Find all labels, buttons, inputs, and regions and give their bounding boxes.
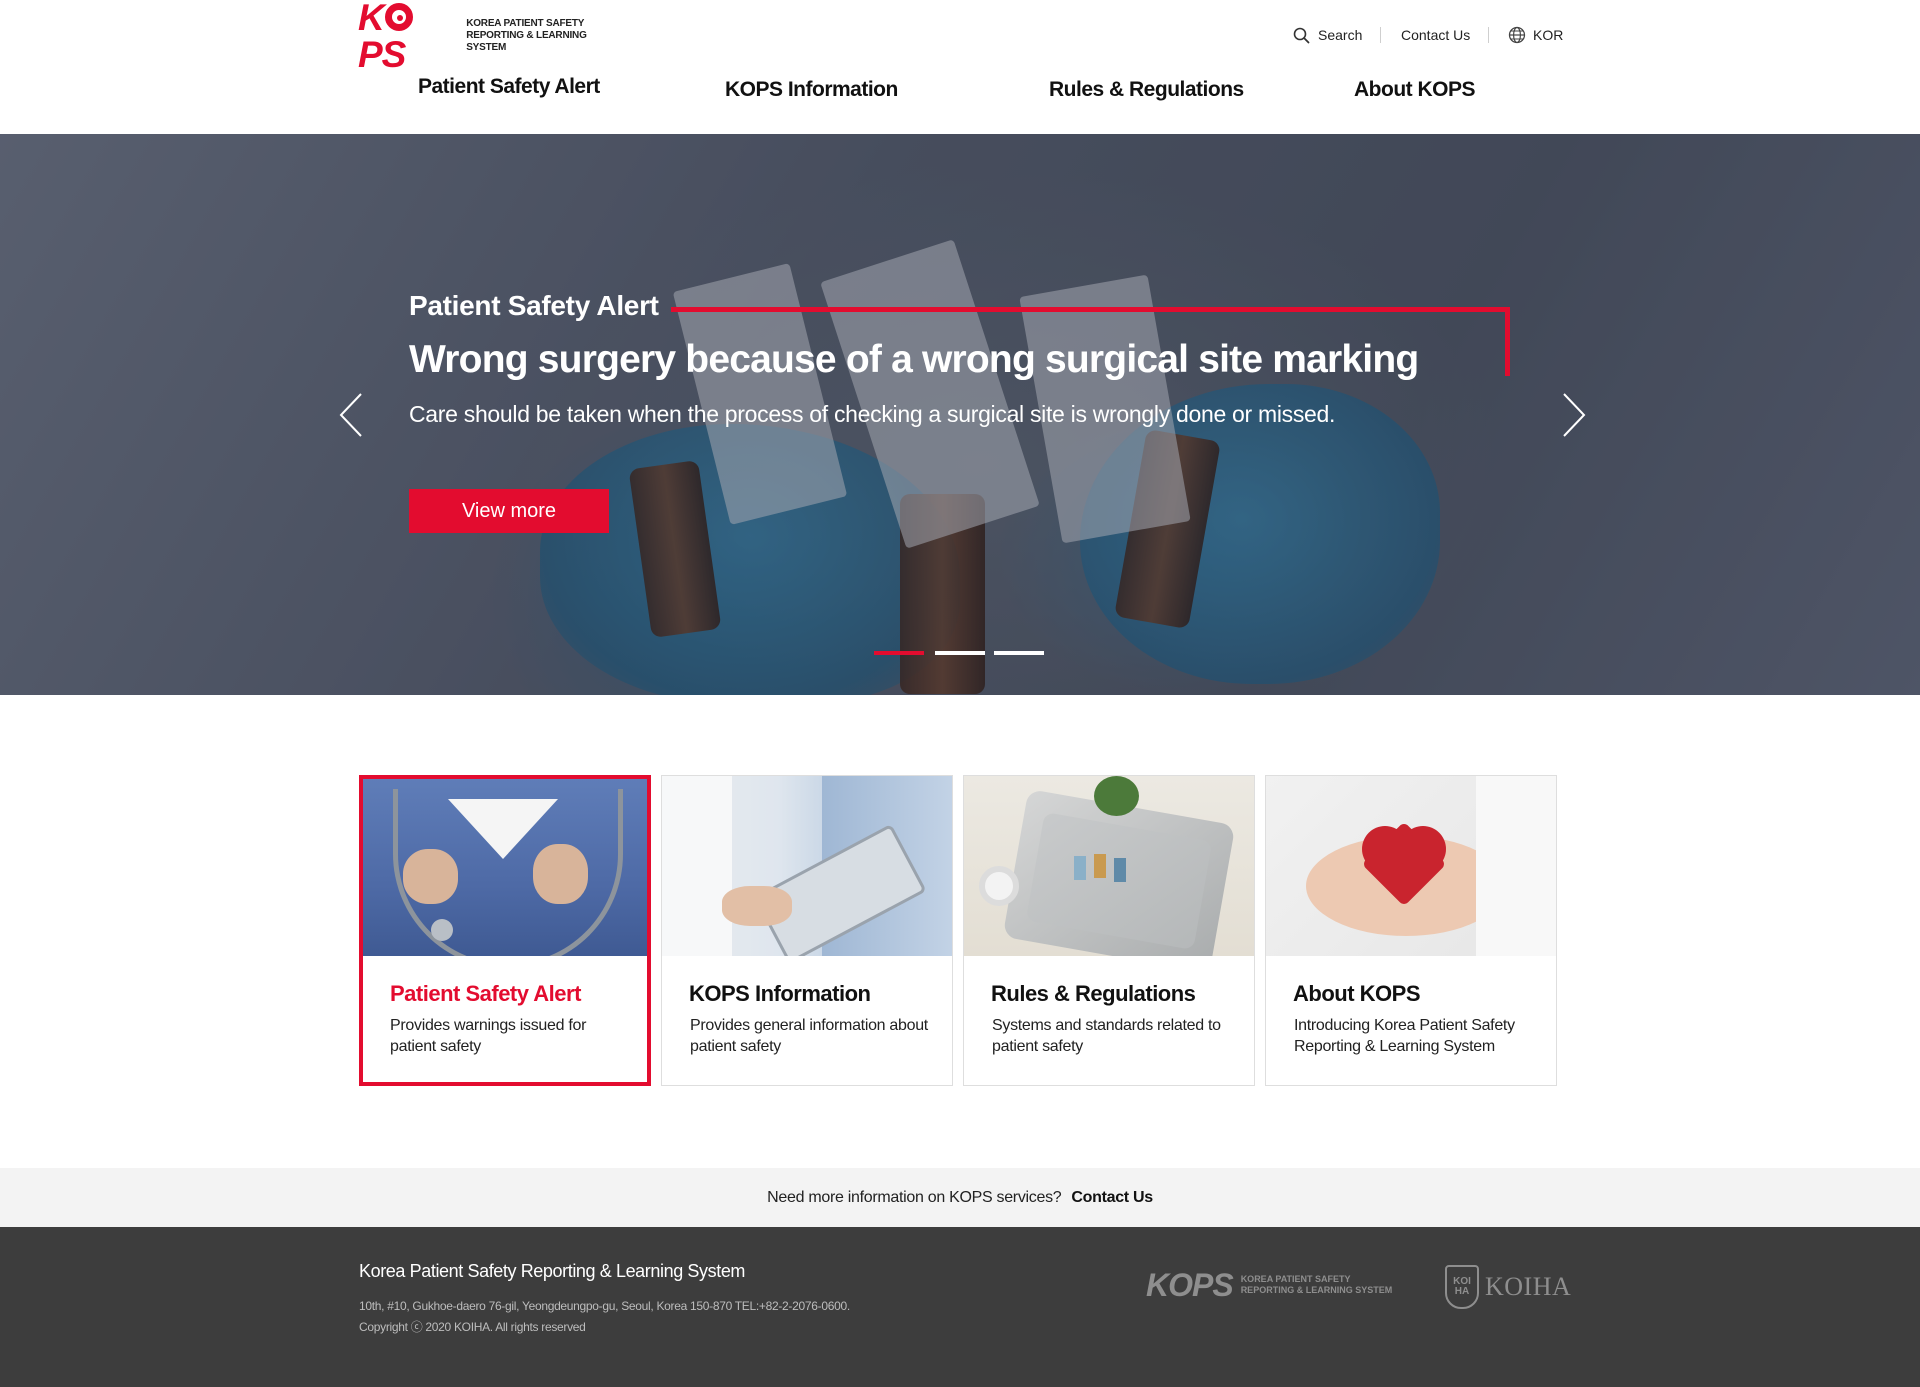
contact-us-footer-link[interactable]: Contact Us [1071, 1189, 1153, 1207]
globe-icon [1508, 26, 1526, 44]
search-icon [1293, 27, 1310, 43]
slide-indicator-2[interactable] [935, 651, 985, 655]
language-selector[interactable]: KOR [1508, 24, 1563, 46]
language-label: KOR [1533, 27, 1564, 43]
util-divider [1488, 27, 1489, 43]
koiha-wordmark: KOIHA [1485, 1272, 1572, 1301]
card-patient-safety-alert[interactable]: Patient Safety Alert Provides warnings i… [359, 775, 651, 1086]
logo-wordmark: KPS [358, 0, 457, 73]
nav-about-kops[interactable]: About KOPS [1354, 78, 1476, 102]
card-title: KOPS Information [689, 981, 871, 1006]
koiha-logo: KOI HA KOIHA [1445, 1265, 1571, 1309]
kops-logo[interactable]: KPS KOREA PATIENT SAFETY REPORTING & LEA… [358, 0, 623, 73]
card-title: About KOPS [1293, 981, 1421, 1006]
search-link[interactable]: Search [1293, 24, 1362, 46]
chevron-left-icon [339, 393, 362, 437]
card-description: Systems and standards related to patient… [992, 1017, 1221, 1055]
logo-tagline-line2: REPORTING & LEARNING SYSTEM [466, 30, 587, 53]
card-about-kops[interactable]: About KOPS Introducing Korea Patient Saf… [1265, 775, 1557, 1086]
footer-logo-wordmark: KOPS [1146, 1267, 1234, 1303]
hero-accent-line [671, 307, 1510, 312]
slide-indicator-1[interactable] [874, 651, 924, 655]
card-image-consultation [662, 776, 952, 956]
card-image-heart-hands [1266, 776, 1556, 956]
contact-us-label: Contact Us [1401, 27, 1471, 43]
card-title: Rules & Regulations [991, 981, 1196, 1006]
footer-copyright: Copyright ⓒ 2020 KOIHA. All rights reser… [359, 1320, 586, 1334]
contact-strip: Need more information on KOPS services? … [0, 1168, 1920, 1227]
koiha-badge-text: KOI HA [1453, 1276, 1471, 1297]
hero-eyebrow: Patient Safety Alert [409, 290, 659, 321]
card-description: Provides general information about patie… [690, 1017, 928, 1055]
hero-accent-line [1505, 307, 1510, 376]
nav-rules-regulations[interactable]: Rules & Regulations [1049, 78, 1244, 102]
hero-description: Care should be taken when the process of… [409, 401, 1336, 427]
site-header: KPS KOREA PATIENT SAFETY REPORTING & LEA… [0, 0, 1920, 134]
util-divider [1380, 27, 1381, 43]
hero-title: Wrong surgery because of a wrong surgica… [409, 338, 1419, 381]
koiha-shield-icon: KOI HA [1445, 1265, 1479, 1309]
footer-title: Korea Patient Safety Reporting & Learnin… [359, 1261, 746, 1281]
next-slide-button[interactable] [1552, 390, 1592, 440]
card-image-nurse [363, 779, 647, 956]
slide-indicator-3[interactable] [994, 651, 1044, 655]
footer-logo-tagline-line1: KOREA PATIENT SAFETY [1240, 1274, 1351, 1284]
contact-strip-text: Need more information on KOPS services? [767, 1188, 1062, 1206]
footer-logo-tagline-line2: REPORTING & LEARNING SYSTEM [1240, 1285, 1393, 1295]
search-label: Search [1318, 27, 1363, 43]
logo-tagline-line1: KOREA PATIENT SAFETY [466, 18, 585, 29]
footer-kops-logo: KOPS KOREA PATIENT SAFETY REPORTING & LE… [1146, 1269, 1392, 1301]
card-description: Introducing Korea Patient Safety Reporti… [1294, 1017, 1515, 1055]
footer-address: 10th, #10, Gukhoe-daero 76-gil, Yeongdeu… [359, 1299, 850, 1313]
logo-tagline: KOREA PATIENT SAFETY REPORTING & LEARNIN… [466, 18, 623, 54]
site-footer: Korea Patient Safety Reporting & Learnin… [0, 1227, 1920, 1387]
nav-kops-information[interactable]: KOPS Information [725, 78, 898, 102]
card-kops-information[interactable]: KOPS Information Provides general inform… [661, 775, 953, 1086]
nav-patient-safety-alert[interactable]: Patient Safety Alert [418, 75, 600, 99]
card-description: Provides warnings issued for patient saf… [390, 1017, 587, 1055]
footer-logo-tagline: KOREA PATIENT SAFETY REPORTING & LEARNIN… [1241, 1274, 1393, 1296]
card-title: Patient Safety Alert [390, 981, 581, 1006]
prev-slide-button[interactable] [333, 390, 373, 440]
contact-us-link[interactable]: Contact Us [1401, 24, 1470, 46]
view-more-button[interactable]: View more [409, 489, 609, 533]
chevron-right-icon [1563, 393, 1586, 437]
card-rules-regulations[interactable]: Rules & Regulations Systems and standard… [963, 775, 1255, 1086]
card-image-medical-tray [964, 776, 1254, 956]
